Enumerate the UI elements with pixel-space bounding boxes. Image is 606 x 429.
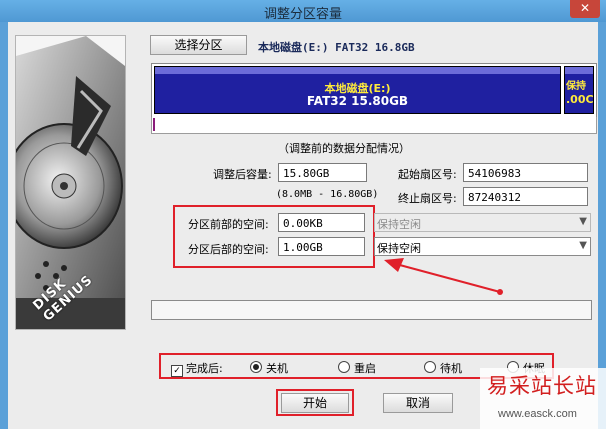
radio-label: 重启 — [354, 362, 376, 375]
start-sector-input[interactable]: 54106983 — [463, 163, 588, 182]
size-range-text: (8.0MB - 16.80GB) — [276, 189, 379, 200]
end-sector-input[interactable]: 87240312 — [463, 187, 588, 206]
title-bar: 调整分区容量 ✕ — [0, 0, 606, 22]
disk-illustration: DISK GENIUS — [15, 35, 126, 330]
checkmark-icon: ✓ — [171, 365, 183, 377]
radio-shutdown[interactable]: 关机 — [250, 360, 288, 376]
adjusted-size-label: 调整后容量: — [213, 168, 272, 181]
before-action-value: 保持空闲 — [377, 218, 421, 231]
close-button[interactable]: ✕ — [570, 0, 600, 18]
start-sector-label: 起始扇区号: — [398, 168, 457, 181]
completion-checkbox[interactable]: ✓ 完成后: — [171, 360, 223, 377]
before-space-input[interactable]: 0.00KB — [278, 213, 365, 232]
disk-partition-map: 本地磁盘(E:) FAT32 15.80GB 保持 .00C — [151, 63, 597, 119]
partition-desc: FAT32 15.80GB — [306, 94, 409, 108]
before-space-label: 分区前部的空间: — [188, 218, 269, 231]
after-space-input[interactable]: 1.00GB — [278, 237, 365, 256]
after-action-value: 保持空闲 — [377, 242, 421, 255]
watermark-url: www.easck.com — [498, 408, 577, 420]
red-arrow-annotation — [384, 258, 503, 295]
watermark: 易采站长站 www.easck.com — [480, 368, 606, 429]
watermark-title: 易采站长站 — [487, 374, 597, 398]
free-label-1: 保持 — [566, 81, 586, 92]
radio-label: 待机 — [440, 362, 462, 375]
chevron-down-icon: ▼ — [579, 216, 587, 227]
radio-selected-icon — [250, 361, 262, 373]
completion-label: 完成后: — [186, 362, 223, 375]
end-sector-label: 终止扇区号: — [398, 192, 457, 205]
cancel-button[interactable]: 取消 — [383, 393, 453, 413]
radio-icon — [424, 361, 436, 373]
radio-icon — [338, 361, 350, 373]
adjusted-size-input[interactable]: 15.80GB — [278, 163, 367, 182]
disk-info-label: 本地磁盘(E:) FAT32 16.8GB — [258, 41, 415, 54]
free-header-bar — [565, 67, 593, 74]
start-button[interactable]: 开始 — [281, 393, 349, 413]
select-partition-button[interactable]: 选择分区 — [150, 35, 247, 55]
radio-standby[interactable]: 待机 — [424, 360, 462, 376]
before-space-action-select[interactable]: 保持空闲 ▼ — [374, 213, 591, 232]
after-space-action-select[interactable]: 保持空闲 ▼ — [374, 237, 591, 256]
progress-bar — [151, 300, 592, 320]
partition-block[interactable]: 本地磁盘(E:) FAT32 15.80GB — [154, 66, 561, 114]
free-space-block[interactable]: 保持 .00C — [564, 66, 594, 114]
size-marker[interactable] — [153, 118, 155, 131]
after-space-label: 分区后部的空间: — [188, 243, 269, 256]
chevron-down-icon: ▼ — [579, 240, 587, 251]
partition-header-bar — [155, 67, 560, 74]
partition-size-slider[interactable] — [151, 117, 597, 134]
section-title: （调整前的数据分配情况） — [278, 142, 410, 155]
radio-label: 关机 — [266, 362, 288, 375]
window-title: 调整分区容量 — [263, 7, 342, 22]
radio-restart[interactable]: 重启 — [338, 360, 376, 376]
free-label-2: .00C — [566, 93, 594, 106]
